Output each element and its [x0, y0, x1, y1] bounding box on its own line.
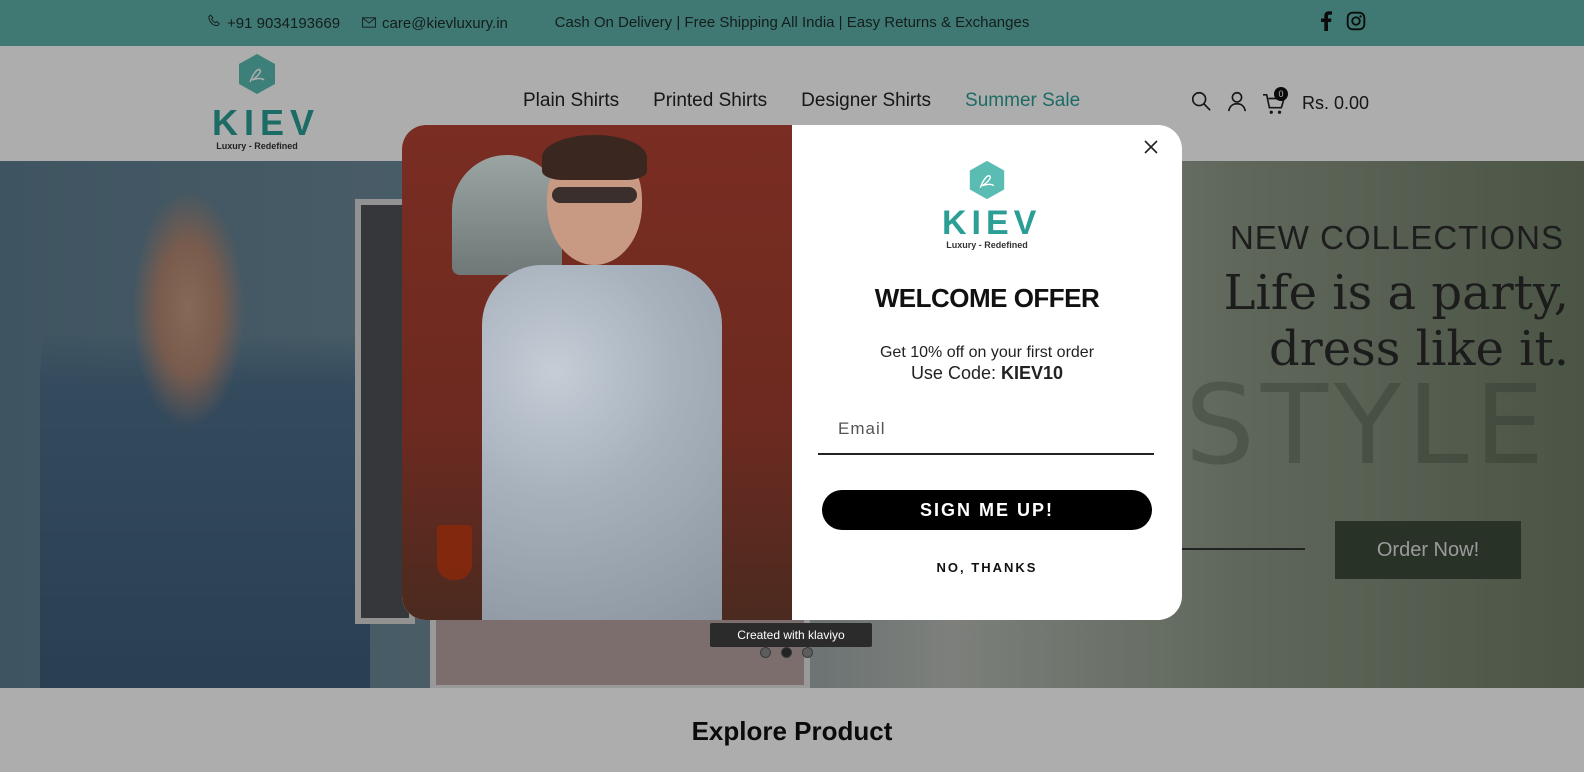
code-prefix: Use Code: — [910, 363, 996, 383]
close-icon[interactable] — [1140, 137, 1162, 159]
popup-logo-wordmark: KIEV — [942, 204, 1042, 242]
popup-logo: KIEV Luxury - Redefined — [942, 159, 1042, 250]
sign-me-up-button[interactable]: SIGN ME UP! — [822, 490, 1152, 530]
welcome-offer-popup: KIEV Luxury - Redefined WELCOME OFFER Ge… — [402, 125, 1182, 620]
logo-hexagon-icon — [969, 160, 1005, 200]
popup-model-image — [402, 125, 792, 620]
email-field[interactable] — [818, 405, 1154, 455]
popup-offer-text: Get 10% off on your first order — [879, 344, 1095, 361]
popup-logo-tagline: Luxury - Redefined — [946, 240, 1028, 250]
wine-glass — [437, 525, 472, 580]
popup-content: KIEV Luxury - Redefined WELCOME OFFER Ge… — [792, 125, 1182, 620]
model-shirt — [482, 265, 722, 620]
model-hair — [542, 135, 647, 180]
discount-code: KIEV10 — [1001, 363, 1064, 383]
model-sunglasses — [552, 187, 637, 203]
popup-code-line: Use Code: KIEV10 — [792, 363, 1182, 384]
no-thanks-button[interactable]: NO, THANKS — [792, 560, 1182, 575]
klaviyo-badge[interactable]: Created with klaviyo — [710, 623, 872, 647]
popup-heading: WELCOME OFFER — [874, 283, 1100, 313]
